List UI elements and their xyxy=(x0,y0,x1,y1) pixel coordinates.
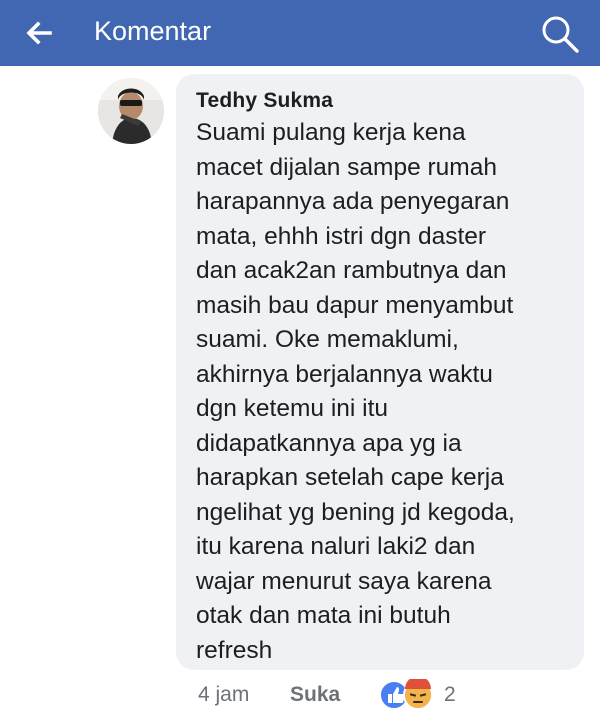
top-bar: Komentar xyxy=(0,0,600,66)
comment-time[interactable]: 4 jam xyxy=(198,681,249,709)
comment-text: Suami pulang kerja kena macet dijalan sa… xyxy=(196,119,515,664)
arrow-left-icon[interactable] xyxy=(22,16,56,50)
like-button[interactable]: Suka xyxy=(290,681,340,709)
reactions-summary[interactable] xyxy=(378,679,442,711)
angry-reaction-icon xyxy=(403,679,433,710)
avatar[interactable] xyxy=(98,78,164,144)
page-title: Komentar xyxy=(94,16,212,46)
search-icon[interactable] xyxy=(538,12,582,56)
comment-author[interactable]: Tedhy Sukma xyxy=(196,88,333,114)
reaction-count[interactable]: 2 xyxy=(444,681,456,709)
